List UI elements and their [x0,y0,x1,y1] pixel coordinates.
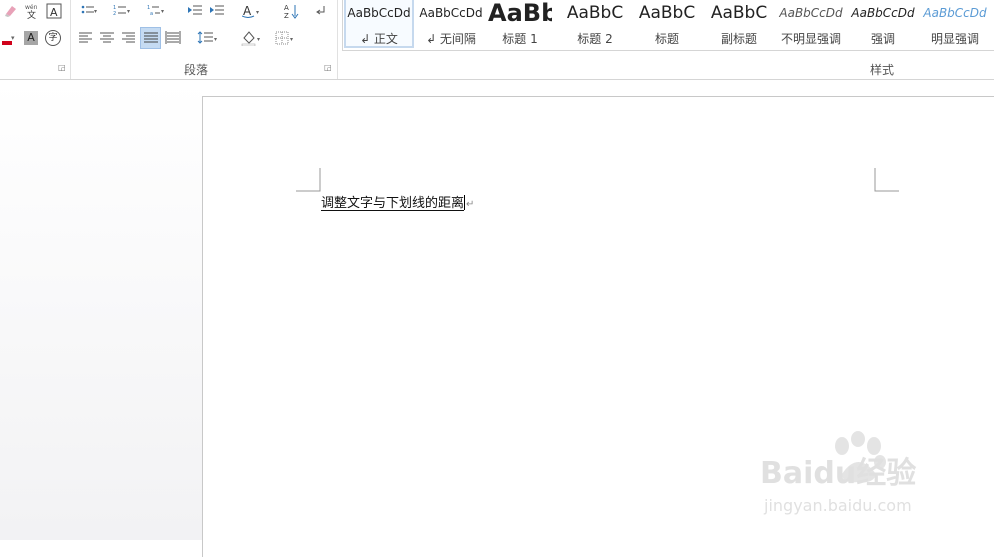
font-color-button[interactable]: ▾ [0,27,18,49]
style-name: 标题 2 [577,32,613,46]
watermark-url: jingyan.baidu.com [764,496,912,515]
text-cursor [464,195,466,210]
sort-icon[interactable]: AZ [280,0,302,22]
style-heading-1[interactable]: AaBb 标题 1 [488,0,552,48]
svg-text:▾: ▾ [256,9,259,16]
svg-text:▾: ▾ [257,36,260,43]
style-preview: AaBbCcDd [779,6,843,20]
character-border-icon[interactable]: A [44,0,64,22]
svg-text:Z: Z [284,12,289,19]
bullets-button[interactable]: ▾ [76,0,104,22]
baidu-watermark: Baidu经验 jingyan.baidu.com [760,430,990,530]
svg-text:▾: ▾ [127,8,130,15]
style-name: ↲ 无间隔 [426,32,476,46]
watermark-brand: Baidu经验 [760,456,917,491]
style-preview: AaBbCcDd [347,6,411,20]
style-title[interactable]: AaBbC 标题 [632,0,702,48]
navigation-area [0,80,202,540]
style-no-spacing[interactable]: AaBbCcDd ↲ 无间隔 [416,0,486,48]
svg-text:▾: ▾ [290,36,293,43]
style-subtle-emphasis[interactable]: AaBbCcDd 不明显强调 [776,0,846,48]
paragraph-group-label: 段落 [184,63,209,77]
document-text[interactable]: 调整文字与下划线的距离 [321,196,464,211]
numbering-button[interactable]: 1 2 ▾ [108,0,138,22]
font-dialog-launcher-icon[interactable]: ◲ [58,63,67,72]
svg-text:A: A [50,6,58,19]
ribbon: wén 文 A ▾ A 字 ◲ ▾ 1 2 ▾ 1 a ▾ A ▾ AZ ▾ ▾… [0,0,994,80]
svg-text:wén: wén [25,4,38,11]
style-name: 副标题 [720,32,757,46]
align-right-icon[interactable] [118,27,138,49]
style-name: 不明显强调 [780,32,841,46]
paragraph-mark-icon: ↵ [466,199,475,210]
corner-mark-top-right [874,168,899,192]
paragraph-dialog-launcher-icon[interactable]: ◲ [324,63,333,72]
distributed-align-icon[interactable] [162,27,184,49]
style-name: 标题 [654,32,679,46]
multilevel-list-button[interactable]: 1 a ▾ [142,0,172,22]
style-intense-emphasis[interactable]: AaBbCcDd 明显强调 [920,0,990,48]
style-name: 明显强调 [930,32,979,46]
style-preview: AaBbC [710,3,768,23]
svg-text:▾: ▾ [11,34,15,42]
styles-group-label: 样式 [870,63,895,77]
svg-text:a: a [150,11,153,17]
style-preview: AaBbCcDd [923,6,987,20]
increase-indent-icon[interactable] [206,0,228,22]
phonetic-guide-icon[interactable]: wén 文 [22,0,42,22]
decrease-indent-icon[interactable] [184,0,206,22]
style-preview: AaBbC [638,3,696,23]
style-subtitle[interactable]: AaBbC 副标题 [704,0,774,48]
style-emphasis[interactable]: AaBbCcDd 强调 [848,0,918,48]
character-shading-button[interactable]: A [22,27,40,49]
style-name: 强调 [870,32,895,46]
align-center-icon[interactable] [97,27,117,49]
line-spacing-button[interactable]: ▾ [192,27,224,49]
svg-text:A: A [284,4,289,12]
svg-text:▾: ▾ [161,8,164,15]
style-preview: AaBbCcDd [419,6,483,20]
svg-text:文: 文 [27,9,36,19]
enclose-character-button[interactable]: 字 [44,27,62,49]
style-name: ↲ 正文 [360,32,398,46]
style-normal[interactable]: AaBbCcDd ↲ 正文 [344,0,414,48]
show-marks-icon[interactable] [310,0,332,22]
shading-button[interactable]: ▾ [236,27,268,49]
document-paragraph[interactable]: 调整文字与下划线的距离 ↵ [321,192,474,211]
enclose-character-label: 字 [45,30,61,46]
svg-text:A: A [243,4,252,18]
style-preview: AaBbCcDd [851,6,915,20]
style-preview: AaBbC [566,3,624,23]
group-separator [70,0,71,79]
svg-text:▾: ▾ [94,8,97,15]
corner-mark-top-left [296,168,321,192]
style-heading-2[interactable]: AaBbC 标题 2 [560,0,630,48]
group-separator [337,0,338,79]
svg-text:2: 2 [113,11,116,17]
chinese-layout-button[interactable]: A ▾ [238,0,268,22]
style-name: 标题 1 [502,32,538,46]
style-preview: AaBb [488,0,552,26]
clear-formatting-icon[interactable] [2,0,20,22]
character-shading-label: A [24,31,38,45]
justify-icon[interactable] [140,27,161,49]
borders-button[interactable]: ▾ [270,27,302,49]
svg-text:▾: ▾ [214,36,217,43]
align-left-icon[interactable] [76,27,96,49]
